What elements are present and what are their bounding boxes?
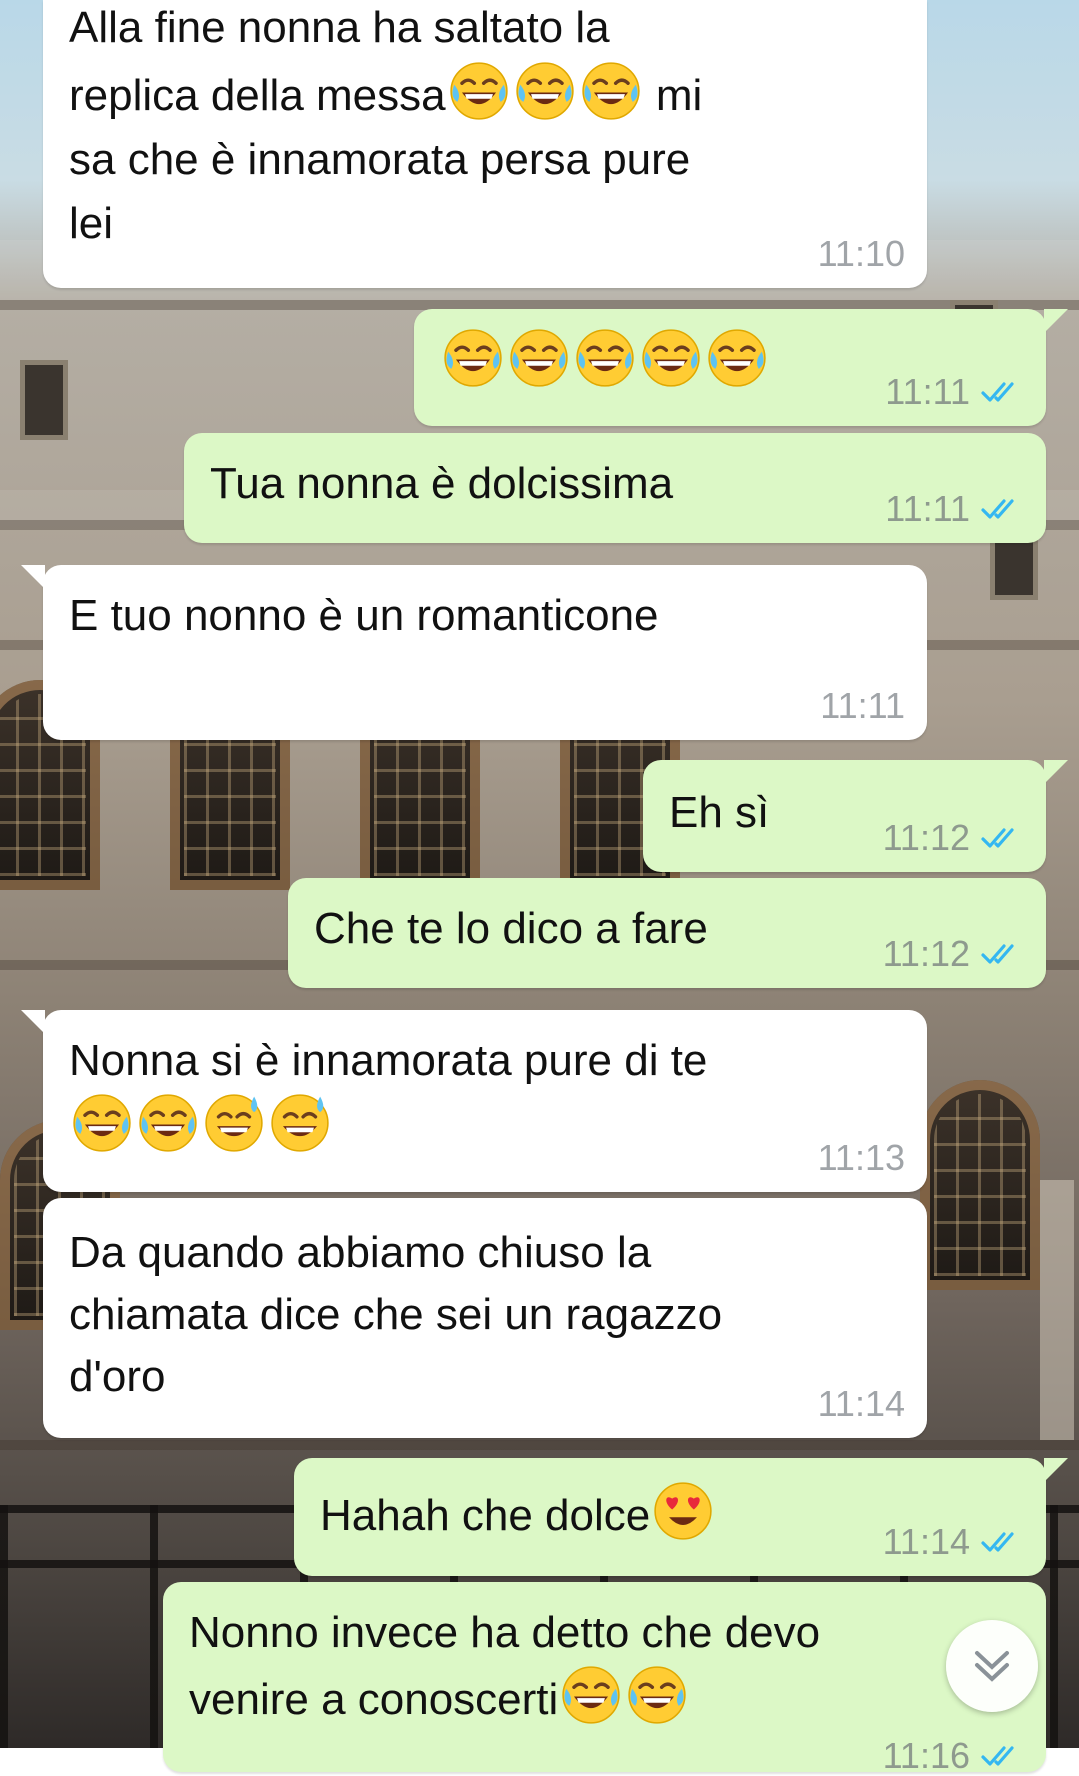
laughing-emoji-icon: [448, 60, 510, 122]
message-text: Alla fine nonna ha saltato la replica de…: [69, 3, 703, 248]
message-outgoing[interactable]: Nonno invece ha detto che devo venire a …: [163, 1582, 1046, 1776]
message-outgoing[interactable]: Hahah che dolce 11:14: [294, 1458, 1068, 1576]
laughing-emoji-icon: [514, 60, 576, 122]
scroll-to-bottom-button[interactable]: [946, 1620, 1038, 1712]
message-meta: 11:14: [883, 1522, 1024, 1562]
message-meta: 11:14: [818, 1384, 905, 1424]
message-time: 11:12: [882, 817, 970, 858]
message-meta: 11:11: [820, 686, 905, 726]
double-check-icon: [980, 824, 1024, 852]
laughing-emoji-icon: [640, 327, 702, 389]
message-text: Nonna si è innamorata pure di te: [69, 1036, 708, 1085]
message-incoming[interactable]: Nonna si è innamorata pure di te 11:13: [21, 1010, 927, 1192]
emoji-group: [69, 1092, 901, 1159]
sweat-smile-emoji-icon: [269, 1092, 331, 1154]
message-meta: 11:12: [883, 934, 1024, 974]
message-incoming[interactable]: Alla fine nonna ha saltato la replica de…: [43, 0, 927, 288]
message-text: Nonno invece ha detto che devo venire a …: [189, 1608, 821, 1726]
laughing-emoji-icon: [574, 327, 636, 389]
heart-eyes-emoji-icon: [652, 1480, 714, 1542]
message-meta: 11:10: [818, 234, 905, 274]
double-check-icon: [980, 378, 1024, 406]
message-time: 11:14: [882, 1521, 970, 1562]
message-time: 11:11: [820, 685, 905, 726]
message-incoming[interactable]: Da quando abbiamo chiuso la chiamata dic…: [43, 1198, 927, 1438]
message-text: E tuo nonno è un romanticone: [69, 591, 659, 640]
double-check-icon: [980, 1742, 1024, 1770]
message-text: Da quando abbiamo chiuso la chiamata dic…: [69, 1228, 723, 1401]
double-check-icon: [980, 940, 1024, 968]
laughing-emoji-icon: [626, 1664, 688, 1726]
sweat-smile-emoji-icon: [203, 1092, 265, 1154]
laughing-emoji-icon: [137, 1092, 199, 1154]
double-check-icon: [980, 495, 1024, 523]
message-time: 11:11: [885, 371, 970, 412]
message-meta: 11:16: [883, 1736, 1024, 1776]
laughing-emoji-icon: [580, 60, 642, 122]
message-meta: 11:13: [818, 1138, 905, 1178]
emoji-group: [446, 71, 644, 120]
message-outgoing[interactable]: 11:11: [414, 309, 1068, 426]
message-meta: 11:11: [885, 372, 1024, 412]
message-time: 11:12: [882, 933, 970, 974]
double-check-icon: [980, 1528, 1024, 1556]
laughing-emoji-icon: [508, 327, 570, 389]
message-time: 11:11: [885, 488, 970, 529]
message-time: 11:10: [817, 233, 905, 274]
laughing-emoji-icon: [706, 327, 768, 389]
laughing-emoji-icon: [71, 1092, 133, 1154]
message-outgoing[interactable]: Tua nonna è dolcissima 11:11: [184, 433, 1046, 543]
message-outgoing[interactable]: Che te lo dico a fare 11:12: [288, 878, 1046, 988]
message-time: 11:13: [817, 1137, 905, 1178]
message-incoming[interactable]: E tuo nonno è un romanticone 11:11: [21, 565, 927, 740]
laughing-emoji-icon: [560, 1664, 622, 1726]
chevron-double-down-icon: [975, 1651, 1009, 1682]
message-meta: 11:11: [885, 489, 1024, 529]
message-time: 11:14: [817, 1383, 905, 1424]
message-meta: 11:12: [883, 818, 1024, 858]
laughing-emoji-icon: [442, 327, 504, 389]
message-outgoing[interactable]: Eh sì 11:12: [643, 760, 1068, 872]
message-time: 11:16: [882, 1735, 970, 1776]
